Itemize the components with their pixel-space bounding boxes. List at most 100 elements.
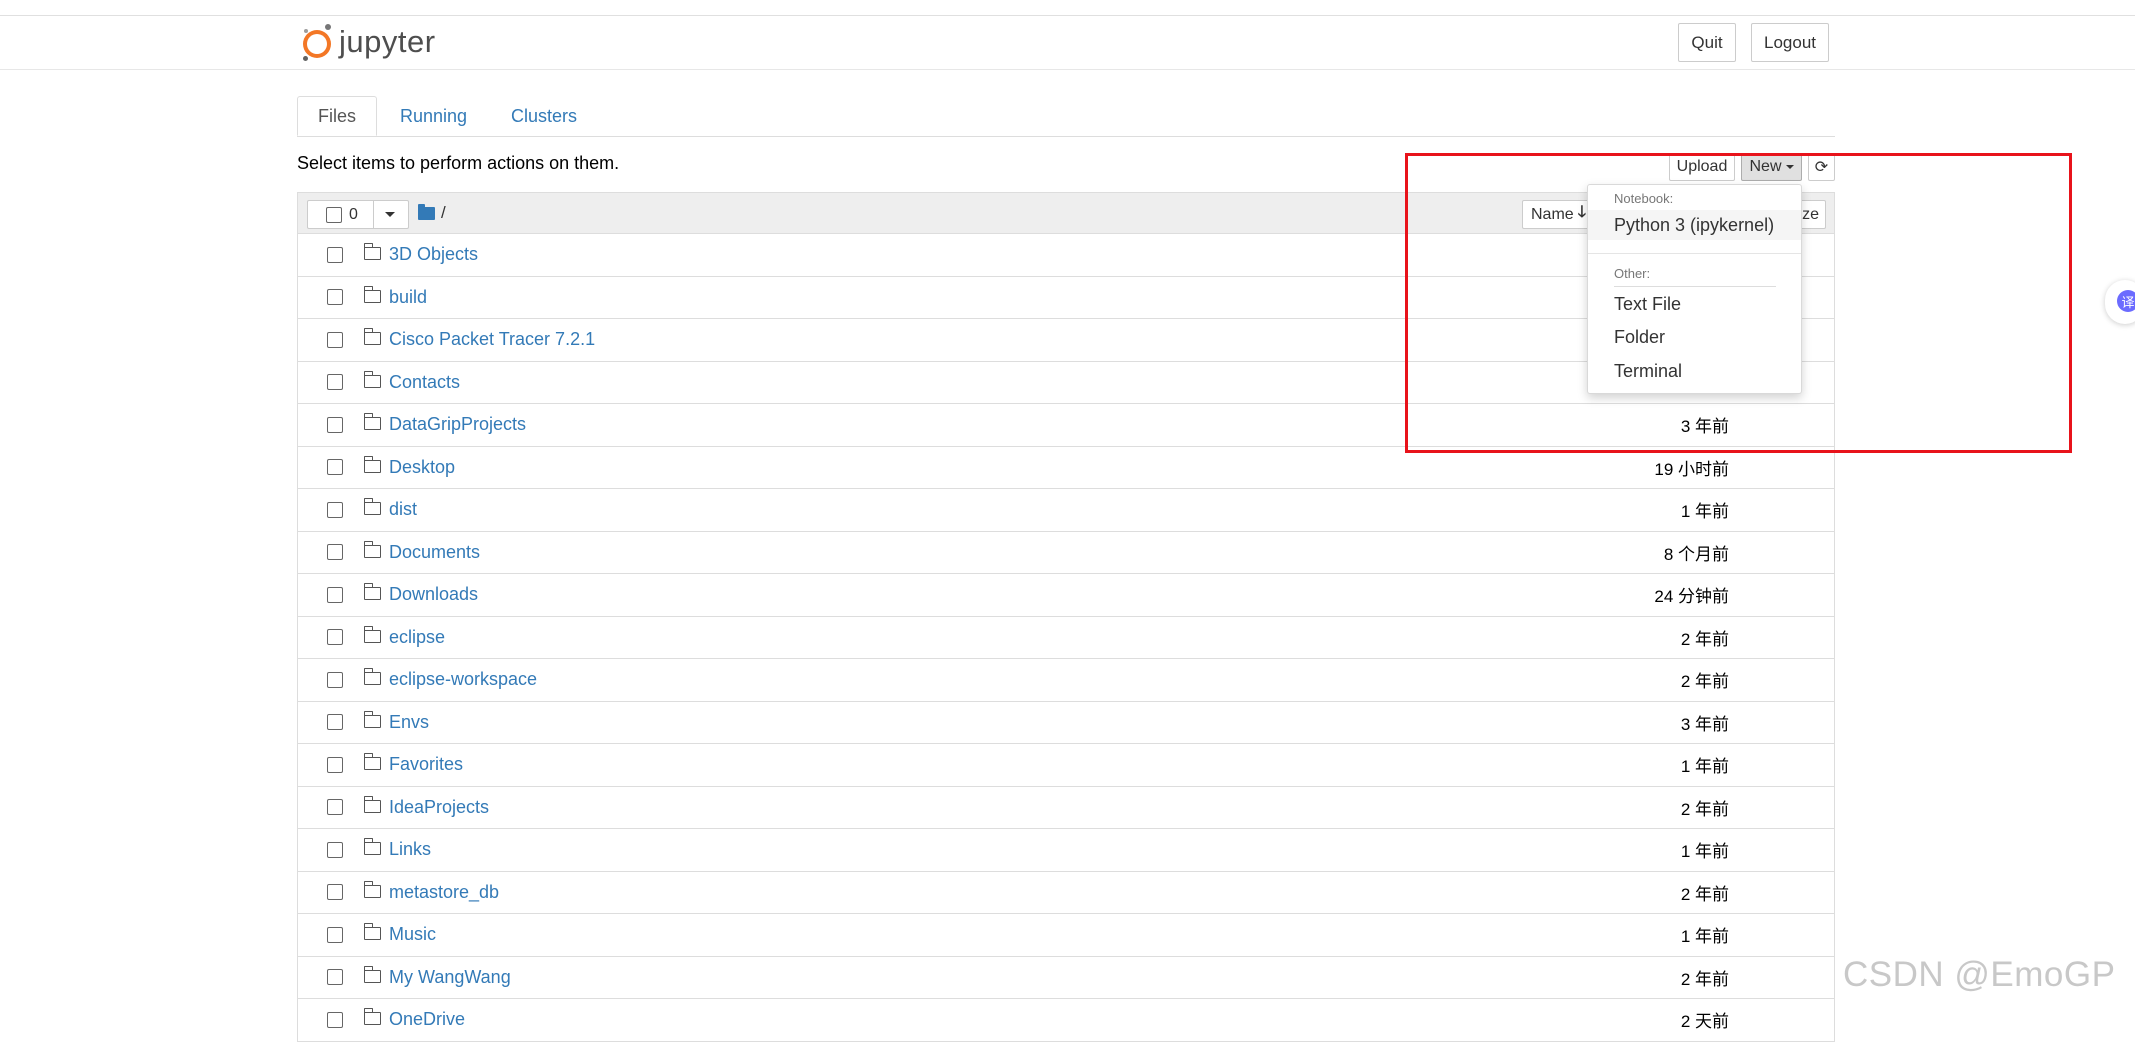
row-checkbox[interactable] [327,884,343,901]
file-row[interactable]: dist 1 年前 [297,489,1835,532]
file-row[interactable]: My WangWang 2 年前 [297,956,1835,999]
highlight-annotation-box [1405,153,2072,453]
file-name-link[interactable]: Contacts [389,372,460,393]
breadcrumb[interactable]: / [418,202,446,224]
last-modified: 1 年前 [1680,927,1729,947]
file-row[interactable]: Downloads 24 分钟前 [297,574,1835,617]
folder-icon [363,370,381,388]
folder-icon [418,203,435,220]
folder-icon [363,583,381,600]
selection-hint: Select items to perform actions on them. [297,153,620,173]
last-modified: 8 个月前 [1663,544,1729,564]
file-name-link[interactable]: Music [389,924,436,945]
folder-icon [363,795,381,813]
file-name-link[interactable]: Documents [389,542,480,563]
row-checkbox[interactable] [327,1011,343,1028]
folder-icon [363,625,381,643]
file-row[interactable]: Documents 8 个月前 [297,531,1835,574]
folder-icon [363,455,381,473]
row-checkbox[interactable] [327,246,343,263]
jupyter-logo[interactable]: jupyter [301,20,436,64]
file-name-link[interactable]: OneDrive [389,1009,465,1030]
logout-button[interactable]: Logout [1751,23,1829,62]
file-row[interactable]: Music 1 年前 [297,914,1835,957]
last-modified: 2 年前 [1680,672,1729,692]
last-modified: 1 年前 [1680,502,1729,522]
file-name-link[interactable]: Favorites [389,754,463,775]
tab-clusters[interactable]: Clusters [491,96,597,136]
folder-icon [363,923,381,940]
logo-text: jupyter [339,24,436,59]
select-all-checkbox[interactable] [326,206,342,223]
select-all-control[interactable]: 0 [307,200,409,229]
row-checkbox[interactable] [327,671,343,688]
folder-icon [363,753,381,770]
file-row[interactable]: IdeaProjects 2 年前 [297,786,1835,829]
file-name-link[interactable]: DataGripProjects [389,414,526,435]
row-checkbox[interactable] [327,629,343,646]
file-row[interactable]: eclipse-workspace 2 年前 [297,659,1835,702]
file-row[interactable]: OneDrive 2 天前 [297,999,1835,1042]
file-name-link[interactable]: Links [389,839,431,860]
folder-icon [363,838,381,855]
folder-icon [363,243,381,260]
last-modified: 2 天前 [1680,1012,1729,1032]
row-checkbox[interactable] [327,544,343,561]
jupyter-logo-icon [301,22,333,62]
last-modified: 1 年前 [1680,842,1729,862]
row-checkbox[interactable] [327,289,343,306]
file-name-link[interactable]: Downloads [389,584,478,605]
translate-icon: 译 [2117,290,2135,312]
last-modified: 24 分钟前 [1654,587,1729,607]
file-name-link[interactable]: Envs [389,712,429,733]
folder-icon [363,285,381,303]
row-checkbox[interactable] [327,501,343,518]
row-checkbox[interactable] [327,799,343,816]
row-checkbox[interactable] [327,459,343,476]
row-checkbox[interactable] [327,331,343,348]
last-modified: 3 年前 [1680,714,1729,734]
file-name-link[interactable]: metastore_db [389,882,499,903]
folder-icon [363,710,381,728]
folder-icon [363,668,381,685]
folder-icon [363,328,381,345]
last-modified: 2 年前 [1680,969,1729,989]
last-modified: 19 小时前 [1654,459,1729,479]
file-row[interactable]: eclipse 2 年前 [297,616,1835,659]
row-checkbox[interactable] [327,756,343,773]
row-checkbox[interactable] [327,969,343,986]
file-name-link[interactable]: My WangWang [389,967,511,988]
file-name-link[interactable]: eclipse-workspace [389,669,537,690]
row-checkbox[interactable] [327,374,343,391]
top-rule [0,15,2135,16]
row-checkbox[interactable] [327,926,343,943]
breadcrumb-root[interactable]: / [441,203,446,223]
caret-down-icon[interactable] [385,212,395,217]
selected-count: 0 [349,205,358,223]
last-modified: 1 年前 [1680,757,1729,777]
row-checkbox[interactable] [327,714,343,731]
folder-icon [363,498,381,515]
file-name-link[interactable]: dist [389,499,417,520]
file-row[interactable]: Links 1 年前 [297,829,1835,872]
file-name-link[interactable]: IdeaProjects [389,797,489,818]
file-row[interactable]: Favorites 1 年前 [297,744,1835,787]
quit-button[interactable]: Quit [1678,23,1736,62]
file-name-link[interactable]: Desktop [389,457,455,478]
tab-files[interactable]: Files [297,96,377,136]
header-divider [0,69,2135,70]
folder-icon [363,1008,381,1025]
folder-icon [363,880,381,898]
row-checkbox[interactable] [327,841,343,858]
translate-bubble[interactable]: 译 [2105,280,2135,324]
tab-running[interactable]: Running [380,96,487,136]
file-name-link[interactable]: build [389,287,427,308]
file-name-link[interactable]: eclipse [389,627,445,648]
last-modified: 2 年前 [1680,799,1729,819]
row-checkbox[interactable] [327,586,343,603]
file-row[interactable]: Envs 3 年前 [297,701,1835,744]
row-checkbox[interactable] [327,416,343,433]
file-name-link[interactable]: Cisco Packet Tracer 7.2.1 [389,329,595,350]
file-row[interactable]: metastore_db 2 年前 [297,871,1835,914]
file-name-link[interactable]: 3D Objects [389,244,478,265]
